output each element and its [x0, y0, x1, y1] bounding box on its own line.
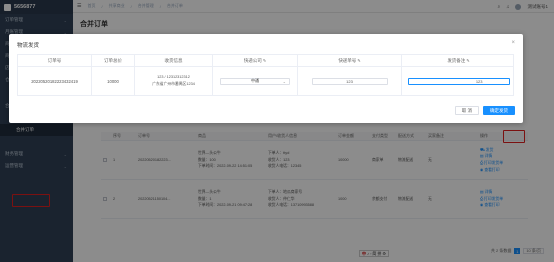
cancel-button[interactable]: 取 消 — [454, 106, 479, 115]
dialog-table-row: 20220520182223432419 10000 123 / 1231231… — [18, 67, 513, 95]
edit-icon: ✎ — [357, 58, 361, 63]
header-tracking-no: 快递单号 ✎ — [298, 55, 402, 66]
header-courier: 快递公司 ✎ — [213, 55, 298, 66]
header-address: 收货信息 — [135, 55, 213, 66]
tracking-no-input[interactable]: 123 — [311, 77, 388, 85]
edit-icon: ✎ — [466, 58, 470, 63]
courier-select[interactable]: 中通 ⌄ — [220, 77, 290, 85]
header-remark: 发货备注 ✎ — [447, 57, 470, 64]
cell-order-no: 20220520182223432419 — [18, 67, 92, 95]
header-order-no: 订单号 — [18, 55, 92, 66]
close-icon[interactable]: × — [511, 40, 515, 46]
dialog-table: 订单号 订单总价 收货信息 快递公司 ✎ 快递单号 ✎ 发货备注 ✎ 20220520… — [17, 54, 514, 96]
shipping-dialog: 物流发货 × 订单号 订单总价 收货信息 快递公司 ✎ 快递单号 ✎ 发货备注 ✎ 2… — [9, 34, 523, 123]
chevron-down-icon: ⌄ — [282, 78, 286, 84]
edit-icon: ✎ — [262, 58, 267, 63]
cell-address: 123 / 12312312312 广东省广州市番禺区1234 — [135, 67, 213, 95]
address-phone: 123 / 12312312312 — [157, 75, 190, 79]
confirm-ship-button[interactable]: 确定发货 — [483, 106, 515, 115]
dialog-table-header: 订单号 订单总价 收货信息 快递公司 ✎ 快递单号 ✎ 发货备注 ✎ — [18, 55, 513, 67]
address-line: 广东省广州市番禺区1234 — [152, 82, 195, 86]
dialog-title: 物流发货 — [17, 43, 40, 49]
remark-input[interactable]: 123 — [407, 77, 510, 85]
header-total: 订单总价 — [92, 55, 135, 66]
dialog-footer: 取 消 确定发货 — [454, 106, 515, 115]
cell-total: 10000 — [92, 67, 135, 95]
